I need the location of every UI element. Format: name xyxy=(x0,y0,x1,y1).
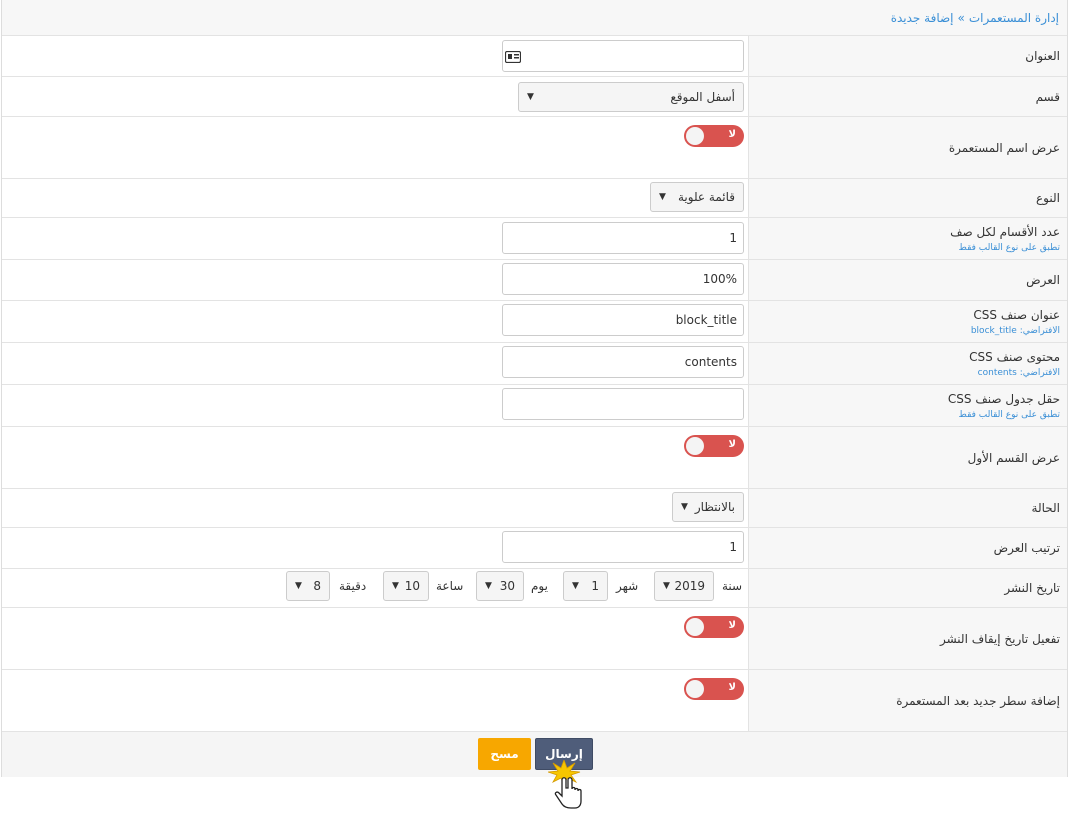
width-label: العرض xyxy=(1026,273,1060,287)
minute-select[interactable]: 8 ▼ xyxy=(286,571,330,601)
day-select[interactable]: 30 ▼ xyxy=(476,571,524,601)
click-cursor-icon xyxy=(548,760,582,809)
hour-select[interactable]: 10 ▼ xyxy=(383,571,429,601)
minute-label: دقيقة xyxy=(339,579,367,593)
row-publish-date: تاريخ النشر سنة 2019 ▼ شهر 1 ▼ يوم 30 ▼ … xyxy=(2,569,1067,608)
month-value: 1 xyxy=(591,579,599,593)
css-title-label: عنوان صنف CSS xyxy=(973,307,1060,322)
toggle-state-label: لا xyxy=(728,682,736,693)
toggle-knob xyxy=(686,127,704,145)
row-status: الحالة بالانتظار ▼ xyxy=(2,489,1067,528)
form-footer: إرسال مسح xyxy=(2,731,1067,777)
section-select-value: أسفل الموقع xyxy=(670,90,735,104)
show-first-toggle[interactable]: لا xyxy=(684,435,744,457)
chevron-down-icon: ▼ xyxy=(527,92,534,102)
day-label: يوم xyxy=(531,579,548,593)
css-title-input[interactable]: block_title xyxy=(502,304,744,336)
breadcrumb-separator: » xyxy=(957,10,965,25)
row-show-first: عرض القسم الأول لا xyxy=(2,427,1067,489)
chevron-down-icon: ▼ xyxy=(392,581,399,591)
chevron-down-icon: ▼ xyxy=(485,581,492,591)
toggle-state-label: لا xyxy=(728,620,736,631)
row-type: النوع قائمة علوية ▼ xyxy=(2,179,1067,218)
type-label: النوع xyxy=(1036,191,1060,205)
row-section: قسم أسفل الموقع ▼ xyxy=(2,77,1067,117)
id-card-icon xyxy=(505,51,521,63)
css-table-hint: تطبق على نوع القالب فقط xyxy=(958,409,1060,420)
new-line-toggle[interactable]: لا xyxy=(684,678,744,700)
publish-date-controls: سنة 2019 ▼ شهر 1 ▼ يوم 30 ▼ ساعة 10 ▼ دق… xyxy=(2,571,748,603)
toggle-state-label: لا xyxy=(728,439,736,450)
year-select[interactable]: 2019 ▼ xyxy=(654,571,714,601)
row-width: العرض 100% xyxy=(2,260,1067,301)
breadcrumb-parent-link[interactable]: إدارة المستعمرات xyxy=(969,11,1059,25)
publish-date-label: تاريخ النشر xyxy=(1004,581,1060,595)
css-title-hint: الافتراضي: block_title xyxy=(970,325,1060,336)
row-enable-stop: تفعيل تاريخ إيقاف النشر لا xyxy=(2,608,1067,670)
section-label: قسم xyxy=(1035,89,1060,104)
toggle-knob xyxy=(686,437,704,455)
toggle-knob xyxy=(686,680,704,698)
clear-button[interactable]: مسح xyxy=(478,738,531,770)
show-name-toggle[interactable]: لا xyxy=(684,125,744,147)
toggle-knob xyxy=(686,618,704,636)
status-select[interactable]: بالانتظار ▼ xyxy=(672,492,744,522)
month-label: شهر xyxy=(616,579,639,593)
css-content-input[interactable]: contents xyxy=(502,346,744,378)
form-container: إدارة المستعمرات » إضافة جديدة العنوان ق… xyxy=(1,0,1068,777)
status-select-value: بالانتظار xyxy=(694,500,735,514)
cols-label: عدد الأقسام لكل صف xyxy=(950,224,1060,239)
type-select[interactable]: قائمة علوية ▼ xyxy=(650,182,744,212)
css-table-input[interactable] xyxy=(502,388,744,420)
cols-hint: تطبق على نوع القالب فقط xyxy=(958,242,1060,253)
cols-input[interactable]: 1 xyxy=(502,222,744,254)
chevron-down-icon: ▼ xyxy=(572,581,579,591)
order-input[interactable]: 1 xyxy=(502,531,744,563)
year-value: 2019 xyxy=(674,579,705,593)
row-css-table: حقل جدول صنف CSS تطبق على نوع القالب فقط xyxy=(2,385,1067,427)
order-label: ترتيب العرض xyxy=(993,541,1060,555)
type-select-value: قائمة علوية xyxy=(677,190,735,204)
hour-label: ساعة xyxy=(436,579,464,593)
row-order: ترتيب العرض 1 xyxy=(2,528,1067,569)
new-line-label: إضافة سطر جديد بعد المستعمرة xyxy=(896,693,1060,708)
chevron-down-icon: ▼ xyxy=(681,502,688,512)
enable-stop-label: تفعيل تاريخ إيقاف النشر xyxy=(939,631,1060,646)
show-first-label: عرض القسم الأول xyxy=(967,450,1060,465)
status-label: الحالة xyxy=(1031,501,1060,515)
chevron-down-icon: ▼ xyxy=(663,581,670,591)
row-css-content: محتوى صنف CSS الافتراضي: contents conten… xyxy=(2,343,1067,385)
title-label: العنوان xyxy=(1025,49,1060,63)
toggle-state-label: لا xyxy=(728,129,736,140)
css-table-label: حقل جدول صنف CSS xyxy=(947,391,1060,406)
breadcrumb: إدارة المستعمرات » إضافة جديدة xyxy=(2,0,1067,36)
day-value: 30 xyxy=(499,579,515,593)
css-content-hint: الافتراضي: contents xyxy=(977,367,1060,378)
row-title: العنوان xyxy=(2,36,1067,77)
css-content-label: محتوى صنف CSS xyxy=(969,349,1060,364)
chevron-down-icon: ▼ xyxy=(659,192,666,202)
width-input[interactable]: 100% xyxy=(502,263,744,295)
show-name-label: عرض اسم المستعمرة xyxy=(948,140,1060,155)
row-cols: عدد الأقسام لكل صف تطبق على نوع القالب ف… xyxy=(2,218,1067,260)
minute-value: 8 xyxy=(313,579,321,593)
enable-stop-toggle[interactable]: لا xyxy=(684,616,744,638)
row-css-title: عنوان صنف CSS الافتراضي: block_title blo… xyxy=(2,301,1067,343)
month-select[interactable]: 1 ▼ xyxy=(563,571,608,601)
title-input[interactable] xyxy=(502,40,744,72)
row-show-name: عرض اسم المستعمرة لا xyxy=(2,117,1067,179)
row-new-line: إضافة سطر جديد بعد المستعمرة لا xyxy=(2,670,1067,731)
breadcrumb-current[interactable]: إضافة جديدة xyxy=(891,11,954,25)
section-select[interactable]: أسفل الموقع ▼ xyxy=(518,82,744,112)
year-label: سنة xyxy=(722,579,743,593)
hour-value: 10 xyxy=(404,579,420,593)
chevron-down-icon: ▼ xyxy=(295,581,302,591)
